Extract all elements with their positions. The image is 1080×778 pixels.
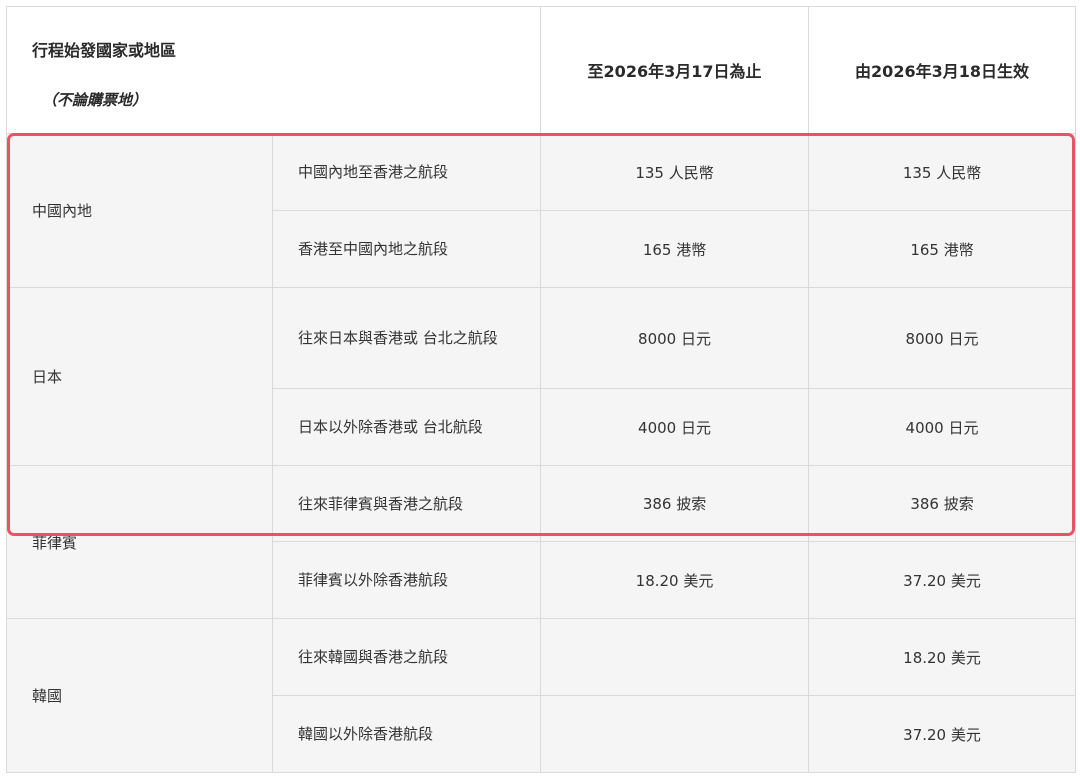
segment-cell: 往來菲律賓與香港之航段 [271,465,542,542]
until-value-cell: 18.20 美元 [540,541,810,619]
header-row: 行程始發國家或地區 （不論購票地） 至2026年3月17日為止 由2026年3月… [5,6,1077,134]
until-value-cell: 386 披索 [540,465,810,542]
from-value-cell: 165 港幣 [808,210,1077,288]
origin-header-note: （不論購票地） [42,91,148,109]
country-cell: 中國內地 [6,133,273,288]
from-value-cell: 4000 日元 [808,388,1077,466]
from-value-cell: 8000 日元 [808,287,1077,389]
until-value-cell [540,695,810,773]
from-value-cell: 18.20 美元 [808,618,1077,696]
from-date-header: 由2026年3月18日生效 [808,6,1077,134]
segment-cell: 往來韓國與香港之航段 [271,618,542,696]
country-cell: 日本 [6,287,273,466]
segment-cell: 日本以外除香港或 台北航段 [271,388,542,466]
table-row: 日本 往來日本與香港或 台北之航段 8000 日元 8000 日元 [6,287,1077,466]
tax-fee-table: 行程始發國家或地區 （不論購票地） 至2026年3月17日為止 由2026年3月… [5,6,1077,773]
segment-cell: 香港至中國內地之航段 [271,210,542,288]
from-value-cell: 135 人民幣 [808,133,1077,211]
until-value-cell: 4000 日元 [540,388,810,466]
until-date-header: 至2026年3月17日為止 [540,6,810,134]
origin-header-title: 行程始發國家或地區 [32,41,177,60]
from-value-cell: 37.20 美元 [808,695,1077,773]
until-value-cell: 8000 日元 [540,287,810,389]
from-value-cell: 386 披索 [808,465,1077,542]
table-row: 中國內地 中國內地至香港之航段 135 人民幣 135 人民幣 [6,133,1077,288]
origin-header-cell: 行程始發國家或地區 （不論購票地） [5,6,542,134]
country-cell: 菲律賓 [6,465,273,619]
segment-cell: 往來日本與香港或 台北之航段 [271,287,542,389]
table-row: 菲律賓 往來菲律賓與香港之航段 386 披索 386 披索 [6,465,1077,619]
segment-cell: 菲律賓以外除香港航段 [271,541,542,619]
until-value-cell: 135 人民幣 [540,133,810,211]
until-value-cell: 165 港幣 [540,210,810,288]
until-value-cell [540,618,810,696]
from-value-cell: 37.20 美元 [808,541,1077,619]
country-cell: 韓國 [6,618,273,773]
segment-cell: 中國內地至香港之航段 [271,133,542,211]
table-row: 韓國 往來韓國與香港之航段 18.20 美元 [6,618,1077,773]
segment-cell: 韓國以外除香港航段 [271,695,542,773]
